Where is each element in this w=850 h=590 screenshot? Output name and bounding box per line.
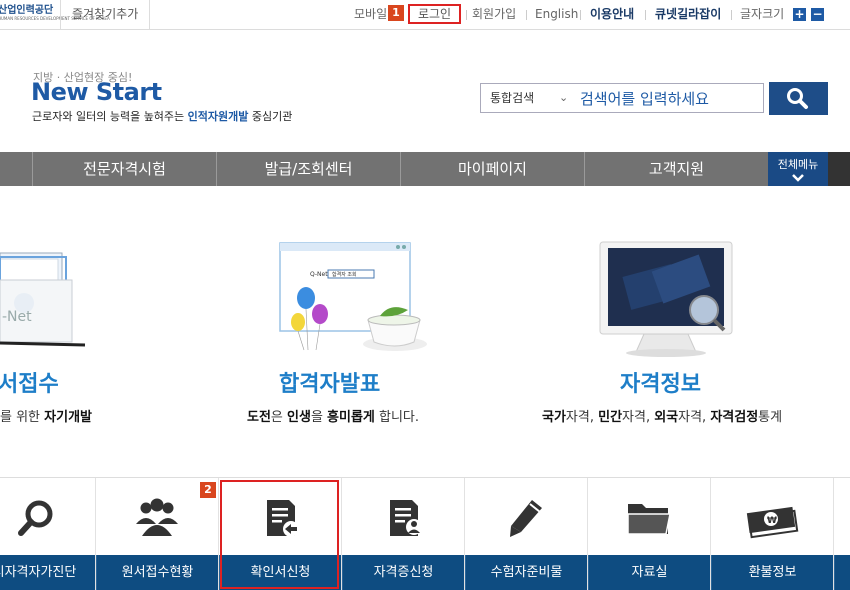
sub-emphasis: 흥미롭게	[327, 410, 375, 425]
folder-icon	[627, 504, 671, 535]
search-category-select[interactable]: 통합검색	[490, 84, 534, 112]
desc-emphasis: 인적자원개발	[187, 110, 249, 123]
pass-announcement-illustration[interactable]: Q-Net 합격자 조회	[268, 240, 438, 358]
sub-emphasis: 국가	[542, 410, 566, 425]
quick-label: 시자격자가진단	[0, 555, 95, 590]
desc-text: 중심기관	[248, 110, 293, 123]
main-nav: 전문자격시험 발급/조회센터 마이페이지 고객지원	[0, 152, 850, 186]
divider	[645, 10, 646, 20]
sub-text: 를 위한	[0, 410, 45, 425]
divider	[731, 10, 732, 20]
application-illustration[interactable]: -Net	[0, 245, 90, 355]
signup-link[interactable]: 회원가입	[472, 0, 516, 29]
search-icon	[787, 88, 808, 109]
login-link[interactable]: 로그인	[408, 4, 461, 24]
mobile-link[interactable]: 모바일	[354, 0, 387, 29]
brand-logo[interactable]: New Start	[31, 78, 162, 106]
sub-text: 합니다.	[374, 410, 420, 425]
step-badge-2: 2	[200, 482, 216, 498]
font-size-label: 글자크기	[740, 7, 785, 21]
quick-label: 원서접수현황	[96, 555, 218, 590]
money-icon: ₩	[746, 506, 799, 539]
pencil-icon	[510, 500, 542, 537]
quick-label: 자격증신청	[342, 555, 464, 590]
sub-text: 통계	[758, 410, 783, 425]
sub-text: 자격,	[622, 410, 655, 425]
quick-item-license-request[interactable]: 자격증신청	[341, 478, 464, 590]
feature-title-qualification-info[interactable]: 자격정보	[620, 366, 701, 398]
feature-title-pass-announcement[interactable]: 합격자발표	[279, 366, 380, 398]
add-favorite-button[interactable]: 즐겨찾기추가	[60, 0, 151, 29]
search-box: 통합검색 ⌄	[480, 83, 764, 113]
sub-emphasis: 민간	[598, 410, 623, 425]
qualification-info-illustration[interactable]	[596, 240, 746, 360]
font-size-decrease-button[interactable]: −	[811, 8, 824, 21]
all-menu-button[interactable]: 전체메뉴	[768, 152, 828, 186]
search-button[interactable]	[769, 82, 828, 115]
svg-text:-Net: -Net	[2, 309, 32, 325]
quick-item-exam-supplies[interactable]: 수험자준비물	[464, 478, 587, 590]
font-size-increase-button[interactable]: +	[793, 8, 806, 21]
quick-label: 자료실	[588, 555, 710, 590]
desc-text: 근로자와 일터의 능력을 높혀주는	[32, 110, 188, 123]
guide-link[interactable]: 이용안내	[590, 0, 634, 29]
search-input[interactable]	[578, 86, 762, 112]
quick-menu: 시자격자가진단 원서접수현황 2 확인서신청 자격증신청 수험자준비물 자료실 …	[0, 477, 850, 590]
nav-item-support[interactable]: 고객지원	[584, 152, 768, 186]
document-user-icon	[390, 500, 422, 536]
header-description: 근로자와 일터의 능력을 높혀주는 인적자원개발 중심기관	[32, 108, 292, 124]
nav-item-issuance[interactable]: 발급/조회센터	[216, 152, 400, 186]
feature-sub-pass-announcement: 도전은 인생을 흥미롭게 합니다.	[247, 406, 419, 425]
step-badge-1: 1	[388, 5, 404, 21]
quick-label: 수험자준비물	[465, 555, 587, 590]
sub-emphasis: 도전	[247, 410, 271, 425]
sub-emphasis: 인생	[287, 410, 311, 425]
nav-item-exam[interactable]: 전문자격시험	[32, 152, 216, 186]
qnet-mock-search: 합격자 조회	[332, 271, 357, 278]
feature-sub-application: 를 위한 자기개발	[0, 406, 92, 425]
divider	[466, 10, 467, 20]
magnifier-icon	[18, 500, 53, 536]
top-utility-bar: 산업인력공단 HUMAN RESOURCES DEVELOPMENT SERVI…	[0, 0, 850, 30]
divider	[580, 10, 581, 20]
chevron-down-icon[interactable]: ⌄	[559, 84, 568, 112]
sub-text: 을	[310, 410, 328, 425]
nav-item-mypage[interactable]: 마이페이지	[400, 152, 584, 186]
english-link[interactable]: English	[535, 0, 578, 29]
svg-text:₩: ₩	[767, 516, 777, 526]
qnet-mock-brand: Q-Net	[310, 271, 328, 278]
feature-sub-qualification-info: 국가자격, 민간자격, 외국자격, 자격검정통계	[542, 406, 782, 425]
certificate-request-highlight	[220, 480, 339, 589]
quick-item-overflow	[833, 478, 850, 590]
sub-emphasis: 외국	[654, 410, 679, 425]
sub-emphasis: 자격검정	[710, 410, 759, 425]
sub-text: 자격,	[678, 410, 711, 425]
divider	[526, 10, 527, 20]
chevron-down-icon	[792, 174, 804, 182]
quick-label: 환불정보	[711, 555, 833, 590]
qnet-guide-link[interactable]: 큐넷길라잡이	[655, 0, 721, 29]
sub-emphasis: 자기개발	[44, 410, 92, 425]
quick-label-edge	[834, 555, 850, 590]
nav-edge	[828, 152, 850, 186]
sub-text: 은	[270, 410, 288, 425]
sub-text: 자격,	[565, 410, 599, 425]
users-group-icon	[136, 498, 178, 536]
feature-title-application[interactable]: 서접수	[0, 366, 59, 398]
quick-item-resources[interactable]: 자료실	[587, 478, 710, 590]
quick-item-self-diagnosis[interactable]: 시자격자가진단	[0, 478, 95, 590]
quick-item-refund-info[interactable]: ₩ 환불정보	[710, 478, 833, 590]
all-menu-label: 전체메뉴	[777, 158, 819, 171]
